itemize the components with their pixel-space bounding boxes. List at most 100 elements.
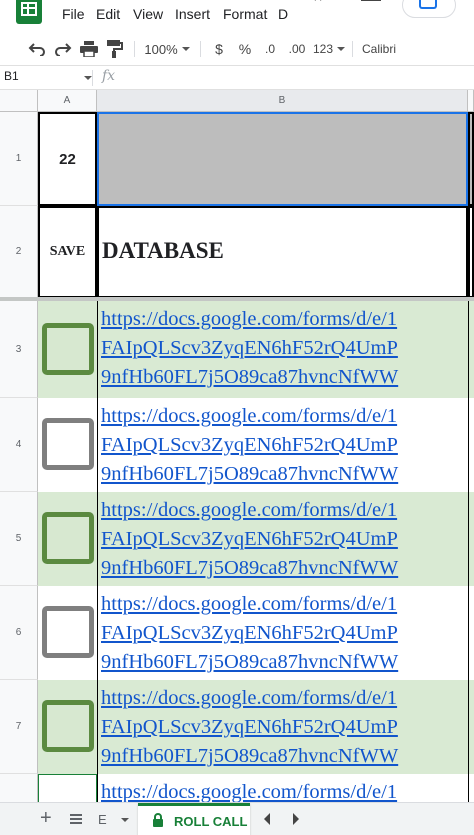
link-line: https://docs.google.com/forms/d/e/1 [101,308,398,330]
name-box[interactable]: B1 [4,69,19,83]
cell-b3[interactable]: https://docs.google.com/forms/d/e/1 FAIp… [97,301,468,398]
percent-format-button[interactable]: % [234,32,256,66]
row-header-4[interactable]: 4 [0,398,38,492]
formula-divider [92,70,93,86]
form-link[interactable]: https://docs.google.com/forms/d/e/1 FAIp… [98,680,468,771]
checkbox-checked[interactable] [42,700,94,752]
menu-data-partial[interactable]: D [278,6,288,22]
zoom-select[interactable]: 100% [140,32,194,66]
link-line: FAIpQLScv3ZyqEN6hF52rQ4UmP [101,337,398,359]
cell-b5[interactable]: https://docs.google.com/forms/d/e/1 FAIp… [97,492,468,586]
row-header-3[interactable]: 3 [0,301,38,398]
chevron-down-icon[interactable] [121,818,129,822]
cell-a6[interactable] [38,586,97,680]
cell-b4[interactable]: https://docs.google.com/forms/d/e/1 FAIp… [97,398,468,492]
form-link[interactable]: https://docs.google.com/forms/d/e/1 FAIp… [98,301,468,392]
menu-view[interactable]: View [133,6,163,22]
cell-b2[interactable]: DATABASE [97,206,468,298]
decrease-decimal-button[interactable]: .0 [258,32,282,66]
link-line: 9nfHb60FL7j5O89ca87hvncNfWW [101,366,399,388]
column-header-c[interactable] [468,90,474,112]
sheet-tab-previous[interactable]: E [98,812,107,827]
sheet-tab-active[interactable]: ROLL CALL [138,803,250,835]
checkbox-checked[interactable] [42,323,94,375]
currency-format-button[interactable]: $ [208,32,230,66]
chevron-down-icon[interactable] [84,76,92,80]
cell-b6[interactable]: https://docs.google.com/forms/d/e/1 FAIp… [97,586,468,680]
cell-a7[interactable] [38,680,97,774]
cell-a4[interactable] [38,398,97,492]
add-sheet-icon[interactable]: + [40,807,52,830]
cell-a5[interactable] [38,492,97,586]
menu-insert[interactable]: Insert [175,6,210,22]
chevron-down-icon [337,47,346,51]
select-all-corner[interactable] [0,90,38,112]
link-line: FAIpQLScv3ZyqEN6hF52rQ4UmP [101,528,398,550]
row-header-2[interactable]: 2 [0,206,38,298]
cell-c2[interactable] [468,206,474,298]
column-header-a[interactable]: A [38,90,97,112]
sheets-logo-icon[interactable] [16,0,42,24]
cell-c1[interactable] [468,112,474,206]
chevron-down-icon [181,47,190,51]
cell-c7[interactable] [468,680,474,774]
cell-c3[interactable] [468,301,474,398]
link-line: https://docs.google.com/forms/d/e/1 [101,687,398,709]
chevron-left-icon[interactable] [260,811,274,827]
form-link[interactable]: https://docs.google.com/forms/d/e/1 FAIp… [98,492,468,583]
cell-a8[interactable] [38,774,97,802]
link-line: FAIpQLScv3ZyqEN6hF52rQ4UmP [101,434,398,456]
cell-a2[interactable]: SAVE [38,206,97,298]
cell-a3[interactable] [38,301,97,398]
form-link[interactable]: https://docs.google.com/forms/d/e/1 FAIp… [98,398,468,489]
cell-b1-selected[interactable] [97,112,468,206]
link-line: 9nfHb60FL7j5O89ca87hvncNfWW [101,557,399,579]
toolbar-divider [200,41,201,57]
toolbar-divider [352,41,353,57]
menu-file[interactable]: File [62,6,85,22]
sheet-tab-bar: + E ROLL CALL [0,802,474,835]
cell-b8[interactable]: https://docs.google.com/forms/d/e/1 [97,774,468,802]
link-line: FAIpQLScv3ZyqEN6hF52rQ4UmP [101,622,398,644]
link-line: FAIpQLScv3ZyqEN6hF52rQ4UmP [101,716,398,738]
form-link[interactable]: https://docs.google.com/forms/d/e/1 FAIp… [98,586,468,677]
cell-b7[interactable]: https://docs.google.com/forms/d/e/1 FAIp… [97,680,468,774]
font-family-select[interactable]: Calibri [362,32,432,66]
chevron-right-icon[interactable] [289,811,303,827]
row-header-5[interactable]: 5 [0,492,38,586]
increase-decimal-button[interactable]: .00 [284,32,310,66]
sheet-tab-label: ROLL CALL [174,814,248,829]
link-line: 9nfHb60FL7j5O89ca87hvncNfWW [101,745,399,767]
row-header-6[interactable]: 6 [0,586,38,680]
cell-c8[interactable] [468,774,474,802]
cell-c6[interactable] [468,586,474,680]
formula-bar: B1 fx [0,66,474,90]
toolbar-divider [134,41,135,57]
history-icon[interactable] [306,0,330,8]
all-sheets-icon[interactable] [70,814,82,824]
share-button[interactable] [402,0,456,18]
cell-a1[interactable]: 22 [38,112,97,206]
checkbox-unchecked[interactable] [42,418,94,470]
menu-format[interactable]: Format [223,6,267,22]
checkbox-unchecked[interactable] [42,606,94,658]
print-icon[interactable] [78,32,100,66]
cell-c4[interactable] [468,398,474,492]
row-header-8[interactable] [0,774,38,802]
comment-icon[interactable] [360,0,382,8]
zoom-value: 100% [144,41,178,57]
row-header-1[interactable]: 1 [0,112,38,206]
redo-icon[interactable] [52,32,74,66]
checkbox-checked[interactable] [42,512,94,564]
menu-edit[interactable]: Edit [96,6,120,22]
row-header-7[interactable]: 7 [0,680,38,774]
paint-format-icon[interactable] [104,32,126,66]
link-line: 9nfHb60FL7j5O89ca87hvncNfWW [101,651,399,673]
form-link[interactable]: https://docs.google.com/forms/d/e/1 [98,774,468,802]
column-header-b[interactable]: B [97,90,468,112]
link-line: https://docs.google.com/forms/d/e/1 [101,781,398,802]
cell-c5[interactable] [468,492,474,586]
more-formats-button[interactable]: 123 [312,32,346,66]
undo-icon[interactable] [26,32,48,66]
link-line: 9nfHb60FL7j5O89ca87hvncNfWW [101,463,399,485]
